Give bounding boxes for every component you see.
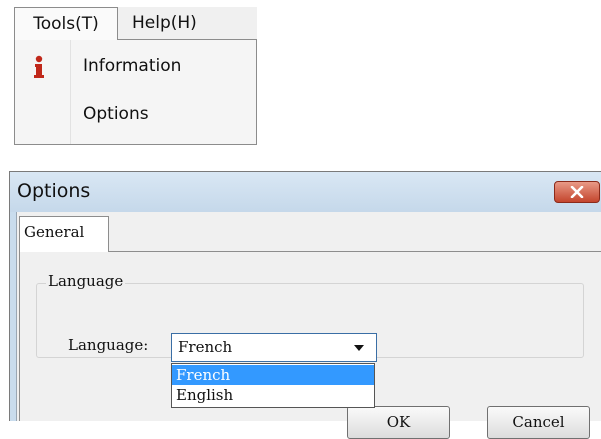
close-icon xyxy=(570,186,584,198)
language-options-list: French English xyxy=(171,363,375,408)
ok-button[interactable]: OK xyxy=(347,406,450,439)
option-french[interactable]: French xyxy=(172,365,374,385)
menu-help[interactable]: Help(H) xyxy=(132,7,197,40)
dialog-client-area: General Language Language: French French… xyxy=(16,212,601,439)
language-field-label: Language: xyxy=(68,336,149,354)
menu-bar: Tools(T) Help(H) xyxy=(14,7,257,40)
menu-tools[interactable]: Tools(T) xyxy=(14,7,118,40)
dialog-titlebar[interactable]: Options xyxy=(10,172,601,212)
tools-dropdown: Information Options xyxy=(14,39,257,145)
menu-item-options-label: Options xyxy=(83,104,149,124)
general-tab-panel: Language Language: French French English… xyxy=(19,251,601,439)
menu-item-information[interactable]: Information xyxy=(15,45,256,91)
language-group-label: Language xyxy=(46,272,126,290)
language-select[interactable]: French xyxy=(171,333,377,362)
option-english[interactable]: English xyxy=(172,385,374,405)
close-button[interactable] xyxy=(554,181,600,203)
menu-item-information-label: Information xyxy=(83,56,182,76)
dialog-title: Options xyxy=(17,180,91,202)
cancel-button[interactable]: Cancel xyxy=(487,406,590,439)
chevron-down-icon xyxy=(354,345,364,351)
tab-general[interactable]: General xyxy=(19,216,109,252)
language-select-value: French xyxy=(178,338,233,356)
options-dialog: Options General Language Language: Frenc… xyxy=(9,171,601,439)
info-icon xyxy=(32,55,46,79)
menu-item-options[interactable]: Options xyxy=(15,93,256,139)
